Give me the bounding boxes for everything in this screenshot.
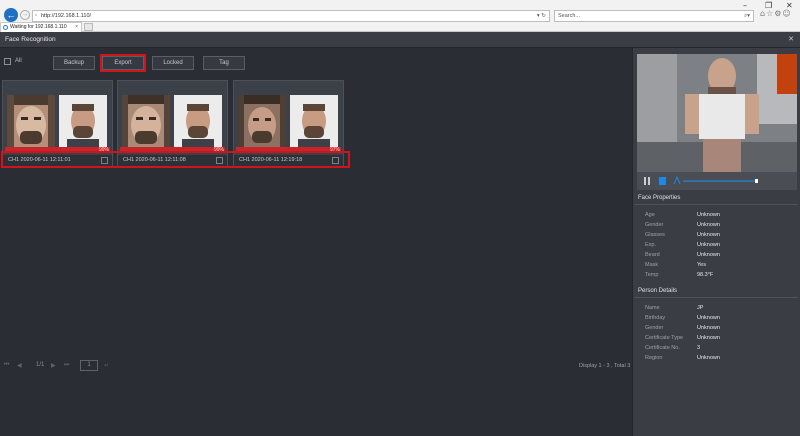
registered-photo xyxy=(174,95,222,147)
minimize-button[interactable]: – xyxy=(743,1,747,10)
tag-button[interactable]: Tag xyxy=(203,56,245,70)
divider xyxy=(634,297,798,298)
detail-value: 3 xyxy=(697,345,701,351)
select-all-label: All xyxy=(15,58,22,64)
capture-snapshot xyxy=(122,95,170,147)
prop-value: Unknown xyxy=(697,222,720,228)
divider xyxy=(634,204,798,205)
progress-track xyxy=(683,180,757,182)
prev-page-icon[interactable]: ◀ xyxy=(17,362,22,369)
face-properties-heading: Face Properties xyxy=(638,195,681,201)
timestamps-highlight xyxy=(1,151,350,168)
address-bar[interactable]: ▫ http://192.168.1.110/ ▾ ↻ xyxy=(32,10,550,22)
prop-key: Temp xyxy=(645,272,659,278)
person-details-heading: Person Details xyxy=(638,288,678,294)
video-playback[interactable] xyxy=(637,54,797,172)
last-page-icon[interactable]: ⏭ xyxy=(64,362,69,369)
prop-key: Gender xyxy=(645,222,664,228)
page-indicator: 1/1 xyxy=(36,362,45,368)
prop-value: Unknown xyxy=(697,212,720,218)
detail-value: Unknown xyxy=(697,315,720,321)
detail-value: JP xyxy=(697,305,704,311)
prop-value: 98.3°F xyxy=(697,272,714,278)
tab-title: Waiting for 192.168.1.110 xyxy=(10,24,67,30)
speed-icon xyxy=(673,175,681,185)
stop-icon xyxy=(659,177,666,185)
forward-button[interactable]: → xyxy=(20,10,30,20)
prop-key: Exp. xyxy=(645,242,657,248)
prop-key: Beard xyxy=(645,252,660,258)
registered-photo xyxy=(59,95,107,147)
browser-tab[interactable]: Waiting for 192.168.1.110 × xyxy=(0,22,82,32)
prop-key: Mask xyxy=(645,262,659,268)
go-page-icon[interactable]: ↵ xyxy=(104,362,109,369)
refresh-icon[interactable]: ▾ ↻ xyxy=(537,11,546,21)
search-placeholder: Search... xyxy=(558,13,581,19)
next-page-icon[interactable]: ▶ xyxy=(51,362,56,369)
pause-icon xyxy=(644,177,646,185)
page-input[interactable]: 1 xyxy=(80,360,98,371)
locked-button[interactable]: Locked xyxy=(152,56,194,70)
app-title-bar: Face Recognition ✕ xyxy=(0,32,800,48)
capture-snapshot xyxy=(7,95,55,147)
playback-controls xyxy=(637,172,797,190)
detail-key: Birthday xyxy=(645,315,666,321)
capture-snapshot xyxy=(238,95,286,147)
prop-key: Glasses xyxy=(645,232,665,238)
toolbar-icons[interactable]: ⌂☆⚙☺ xyxy=(760,9,792,18)
search-icon[interactable]: ⌕▾ xyxy=(744,11,750,21)
new-tab-button[interactable] xyxy=(84,23,93,31)
detail-key: Gender xyxy=(645,325,664,331)
page-icon: ▫ xyxy=(35,13,38,19)
export-highlight xyxy=(100,54,146,72)
browser-chrome: – ❐ ✕ ← → ▫ http://192.168.1.110/ ▾ ↻ Se… xyxy=(0,0,800,32)
select-all-checkbox[interactable] xyxy=(4,58,11,65)
app-title: Face Recognition xyxy=(5,36,56,43)
detail-value: Unknown xyxy=(697,325,720,331)
display-count: Display 1 - 3 , Total 3 xyxy=(579,363,631,369)
detail-value: Unknown xyxy=(697,335,720,341)
back-button[interactable]: ← xyxy=(4,8,18,22)
prop-value: Yes xyxy=(697,262,706,268)
tab-close-icon[interactable]: × xyxy=(75,23,78,32)
detail-key: Certificate No. xyxy=(645,345,680,351)
detail-key: Name xyxy=(645,305,660,311)
detail-key: Region xyxy=(645,355,663,361)
prop-value: Unknown xyxy=(697,232,720,238)
loading-icon xyxy=(3,25,8,30)
registered-photo xyxy=(290,95,338,147)
detail-value: Unknown xyxy=(697,355,720,361)
first-page-icon[interactable]: ⏮ xyxy=(4,362,9,369)
backup-button[interactable]: Backup xyxy=(53,56,95,70)
prop-value: Unknown xyxy=(697,242,720,248)
close-icon[interactable]: ✕ xyxy=(788,35,794,43)
detail-key: Certificate Type xyxy=(645,335,684,341)
progress-handle xyxy=(755,179,758,183)
prop-value: Unknown xyxy=(697,252,720,258)
address-text: http://192.168.1.110/ xyxy=(41,13,92,19)
prop-key: Age xyxy=(645,212,655,218)
search-input[interactable]: Search... ⌕▾ xyxy=(554,10,754,22)
